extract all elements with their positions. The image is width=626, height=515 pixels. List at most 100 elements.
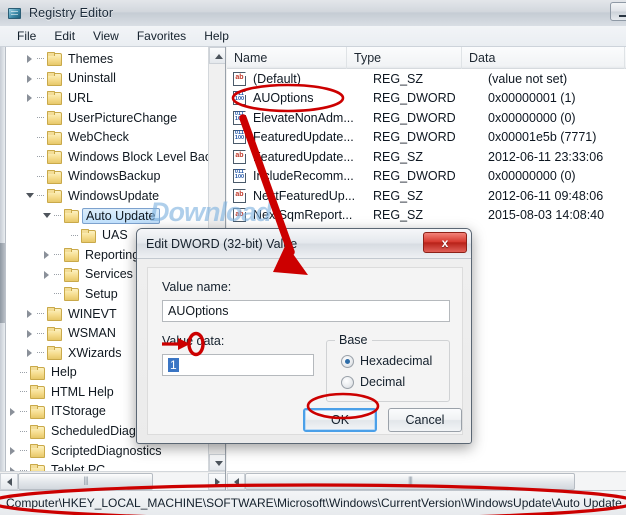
tree-item-url[interactable]: URL — [7, 88, 207, 108]
tree-scroll-up-icon[interactable] — [209, 47, 225, 64]
tree-horizontal-scrollbar[interactable] — [0, 471, 225, 490]
tree-item-userpicturechange[interactable]: UserPictureChange — [7, 108, 207, 128]
menu-item-view[interactable]: View — [84, 27, 128, 45]
tree-expander-open-icon[interactable] — [24, 189, 37, 202]
tree-item-windowsupdate[interactable]: WindowsUpdate — [7, 186, 207, 206]
tree-connector-line — [37, 327, 46, 340]
tree-expander-closed-icon[interactable] — [41, 268, 54, 281]
value-data-input[interactable]: 1 — [162, 354, 314, 376]
tree-item-label: Uninstall — [68, 71, 116, 86]
tree-item-themes[interactable]: Themes — [7, 49, 207, 69]
registry-editor-icon — [7, 5, 23, 21]
cell-name: NextSqmReport... — [253, 208, 353, 223]
menu-item-favorites[interactable]: Favorites — [128, 27, 195, 45]
table-row[interactable]: 011 100 ElevateNonAdm... REG_DWORD 0x0000000… — [227, 108, 626, 128]
tree-item-label: ITStorage — [51, 404, 106, 419]
tree-item-uninstall[interactable]: Uninstall — [7, 69, 207, 89]
tree-hscroll-thumb[interactable] — [18, 472, 153, 490]
tree-scroll-down-icon[interactable] — [209, 454, 225, 471]
dialog-close-button[interactable]: x — [423, 232, 467, 253]
menu-item-file[interactable]: File — [8, 27, 45, 45]
values-hscroll-track[interactable] — [245, 472, 626, 490]
radio-decimal-icon — [341, 375, 354, 389]
tree-item-auto-update[interactable]: Auto Update — [7, 206, 207, 226]
tree-outer-scrollbar[interactable] — [0, 47, 6, 471]
tree-item-windowsbackup[interactable]: WindowsBackup — [7, 167, 207, 187]
values-horizontal-scrollbar[interactable] — [227, 471, 626, 490]
column-header-name[interactable]: Name — [227, 47, 347, 69]
value-name-input[interactable]: AUOptions — [162, 300, 450, 322]
radio-hexadecimal-icon — [341, 354, 354, 368]
folder-icon — [80, 228, 96, 243]
cell-type: REG_DWORD — [373, 91, 456, 106]
tree-expander-none-icon — [58, 229, 71, 242]
tree-item-label: WINEVT — [68, 306, 117, 321]
table-row[interactable]: ab NextFeaturedUp... REG_SZ 2012-06-11 09:4… — [227, 186, 626, 206]
tree-item-label: Windows Block Level Backu — [68, 149, 225, 164]
tree-connector-line — [37, 150, 46, 163]
ok-button[interactable]: OK — [303, 408, 377, 432]
tree-item-label: Help — [51, 365, 77, 380]
menu-item-edit[interactable]: Edit — [45, 27, 84, 45]
tree-connector-line — [37, 189, 46, 202]
radio-hexadecimal[interactable]: Hexadecimal — [341, 354, 449, 368]
tree-expander-closed-icon[interactable] — [24, 346, 37, 359]
tree-connector-line — [37, 170, 46, 183]
tree-expander-closed-icon[interactable] — [24, 91, 37, 104]
table-row[interactable]: ab NextSqmReport... REG_SZ 2015-08-03 14:08… — [227, 206, 626, 226]
tree-item-webcheck[interactable]: WebCheck — [7, 127, 207, 147]
values-list[interactable]: ab (Default) REG_SZ (value not set) 011 100 AU… — [227, 69, 626, 225]
folder-icon — [29, 385, 45, 400]
tree-expander-closed-icon[interactable] — [24, 327, 37, 340]
status-bar: Computer\HKEY_LOCAL_MACHINE\SOFTWARE\Mic… — [0, 490, 626, 515]
cancel-button[interactable]: Cancel — [388, 408, 462, 432]
tree-expander-closed-icon[interactable] — [7, 444, 20, 457]
tree-outer-scroll-thumb[interactable] — [0, 243, 6, 323]
cell-data: 2012-06-11 23:33:06 — [488, 149, 604, 164]
minimize-button[interactable] — [610, 2, 626, 21]
tree-item-label: Themes — [68, 51, 114, 66]
column-header-type[interactable]: Type — [347, 47, 462, 69]
tree-expander-none-icon — [24, 150, 37, 163]
menu-item-help[interactable]: Help — [195, 27, 238, 45]
dword-value-icon: 011 100 — [232, 91, 249, 106]
radio-decimal[interactable]: Decimal — [341, 375, 449, 389]
tree-item-label: HTML Help — [51, 384, 114, 399]
cell-name: NextFeaturedUp... — [253, 188, 356, 203]
tree-hscroll-track[interactable] — [18, 472, 208, 490]
tree-expander-none-icon — [24, 131, 37, 144]
table-row[interactable]: 011 100 FeaturedUpdate... REG_DWORD 0x00001e… — [227, 128, 626, 148]
cell-data: 0x00000000 (0) — [488, 110, 576, 125]
tree-hscroll-right-icon[interactable] — [208, 472, 225, 490]
tree-expander-open-icon[interactable] — [41, 209, 54, 222]
tree-connector-line — [71, 229, 80, 242]
table-row[interactable]: 011 100 AUOptions REG_DWORD 0x00000001 (1) — [227, 89, 626, 109]
values-hscroll-thumb[interactable] — [245, 472, 575, 490]
window-titlebar: Registry Editor — [0, 0, 626, 26]
values-hscroll-left-icon[interactable] — [227, 472, 245, 490]
table-row[interactable]: ab FeaturedUpdate... REG_SZ 2012-06-11 23:3… — [227, 147, 626, 167]
tree-connector-line — [20, 425, 29, 438]
tree-expander-closed-icon[interactable] — [24, 72, 37, 85]
radio-decimal-label: Decimal — [360, 375, 406, 389]
cell-data: 2015-08-03 14:08:40 — [488, 208, 605, 223]
tree-expander-closed-icon[interactable] — [7, 405, 20, 418]
tree-expander-closed-icon[interactable] — [41, 248, 54, 261]
cell-data: 0x00000001 (1) — [488, 91, 576, 106]
folder-icon — [46, 111, 62, 126]
tree-expander-none-icon — [7, 425, 20, 438]
table-row[interactable]: ab (Default) REG_SZ (value not set) — [227, 69, 626, 89]
table-row[interactable]: 011 100 IncludeRecomm... REG_DWORD 0x0000000… — [227, 167, 626, 187]
registry-editor-window: Registry Editor File Edit View Favorites… — [0, 0, 626, 515]
tree-item-windows-block-level-backu[interactable]: Windows Block Level Backu — [7, 147, 224, 167]
tree-connector-line — [37, 52, 46, 65]
tree-expander-closed-icon[interactable] — [24, 52, 37, 65]
tree-connector-line — [37, 111, 46, 124]
tree-connector-line — [37, 72, 46, 85]
tree-expander-closed-icon[interactable] — [24, 307, 37, 320]
column-header-data[interactable]: Data — [462, 47, 625, 69]
folder-icon — [63, 209, 79, 224]
tree-item-label: WindowsBackup — [68, 169, 161, 184]
cell-name: AUOptions — [253, 91, 314, 106]
tree-hscroll-left-icon[interactable] — [0, 472, 18, 490]
